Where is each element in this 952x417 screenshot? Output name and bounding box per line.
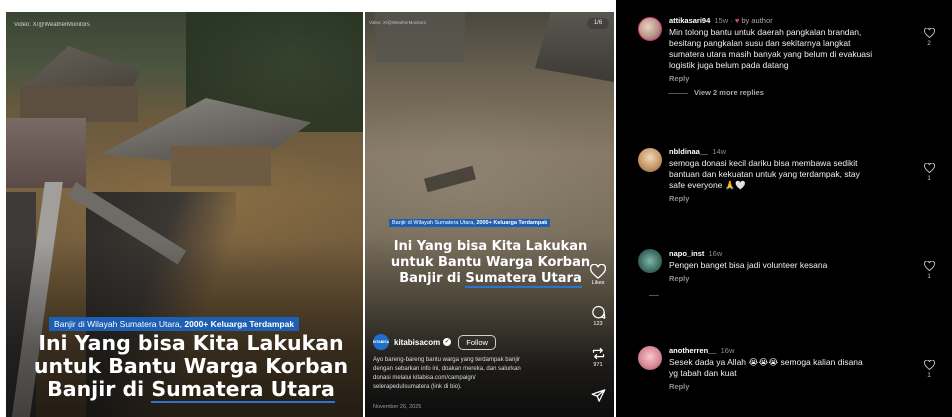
view-more-replies[interactable]: View 2 more replies (668, 88, 764, 97)
post-caption: Ayo bareng-bareng bantu warga yang terda… (373, 357, 521, 390)
reel-headline-tag: Banjir di Wilayah Sumatera Utara, 2000+ … (389, 219, 551, 227)
reply-button[interactable]: Reply (669, 274, 914, 283)
reposts-count: 971 (593, 362, 603, 368)
comment-time: 15w (714, 16, 729, 25)
reel-video-credit: Video: X/@WeatherMonitors (369, 20, 426, 25)
comment-button[interactable]: 123 (584, 305, 612, 327)
repost-icon (592, 347, 604, 360)
reply-button[interactable]: Reply (669, 382, 914, 391)
follow-button[interactable]: Follow (458, 334, 496, 350)
author-like-label: by author (741, 16, 773, 25)
tag-text: Banjir di Wilayah Sumatera Utara, (54, 319, 185, 329)
comment-like-count: 2 (927, 40, 931, 47)
comment-meta: nbldinaa__ 14w (669, 147, 914, 156)
tag-bold-text: 2000+ Keluarga Terdampak (184, 319, 295, 329)
author-avatar[interactable]: KITABISA (373, 334, 389, 350)
comment-username[interactable]: napo_inst (669, 249, 704, 258)
comment-like-button[interactable]: 1 (920, 261, 938, 280)
comment-meta: anotherren__ 16w (669, 346, 914, 355)
post-date: November 26, 2025 (373, 404, 422, 410)
reel-headline: Ini Yang bisa Kita Lakukan untuk Bantu W… (390, 239, 591, 288)
comment-time: 16w (708, 249, 723, 258)
flood-video-frame[interactable]: Video: X/@WeatherMonitors Banjir di Wila… (6, 12, 363, 417)
reply-button[interactable]: Reply (669, 194, 914, 203)
share-icon (591, 389, 605, 402)
comment-username[interactable]: anotherren__ (669, 346, 717, 355)
comment-like-count: 1 (927, 273, 931, 280)
avatar[interactable] (638, 249, 662, 273)
repost-button[interactable]: 971 (584, 346, 612, 368)
heart-icon (923, 28, 935, 38)
comments-panel: attikasari94 15w · ♥ by author Min tolon… (616, 0, 952, 417)
heart-icon (923, 261, 935, 271)
heart-icon (590, 264, 606, 279)
floating-debris (424, 165, 476, 193)
headline-underlined-text: Sumatera Utara (151, 377, 335, 403)
comment-like-button[interactable]: 1 (920, 360, 938, 379)
heart-icon (923, 163, 935, 173)
comment-like-count: 1 (927, 175, 931, 182)
avatar[interactable] (638, 17, 662, 41)
comment-text: semoga donasi kecil dariku bisa membawa … (669, 158, 860, 190)
comment-like-button[interactable]: 2 (920, 28, 938, 47)
comment-icon (591, 305, 605, 319)
comment-text: Pengen banget bisa jadi volunteer kesana (669, 260, 828, 270)
post-author: KITABISA kitabisacom ✓ Follow (373, 334, 496, 350)
headline-tag: Banjir di Wilayah Sumatera Utara, 2000+ … (49, 317, 300, 331)
reply-button[interactable]: Reply (669, 74, 914, 83)
comment-like-button[interactable]: 1 (920, 163, 938, 182)
headline-line-2: untuk Bantu Warga Korban (33, 354, 349, 378)
comment-meta: napo_inst 16w (669, 249, 914, 258)
headline-line-3: Banjir di Sumatera Utara (47, 377, 335, 403)
comment-meta: attikasari94 15w · ♥ by author (669, 16, 773, 25)
verified-badge-icon: ✓ (443, 338, 452, 346)
carousel-counter: 1/6 (587, 18, 609, 29)
comments-count: 123 (593, 321, 603, 327)
video-credit: Video: X/@WeatherMonitors (14, 22, 90, 28)
foreground-roof (6, 118, 86, 188)
share-button[interactable] (584, 388, 612, 403)
like-button[interactable]: Likes (584, 264, 612, 286)
video-headline: Ini Yang bisa Kita Lakukan untuk Bantu W… (26, 331, 356, 403)
comment-username[interactable]: nbldinaa__ (669, 147, 708, 156)
heart-icon (923, 360, 935, 370)
likes-label: Likes (591, 280, 605, 286)
avatar[interactable] (638, 148, 662, 172)
avatar[interactable] (638, 346, 662, 370)
comment-time: 16w (720, 346, 735, 355)
headline-line-1: Ini Yang bisa Kita Lakukan (38, 331, 344, 355)
comment-time: 14w (712, 147, 727, 156)
author-username[interactable]: kitabisacom (394, 338, 440, 347)
comment-text: Sesek dada ya Allah 😭😭😭 semoga kalian di… (669, 357, 863, 378)
author-liked-heart-icon: ♥ (734, 16, 740, 25)
comment-like-count: 1 (927, 372, 931, 379)
reel-frame[interactable]: Video: X/@WeatherMonitors 1/6 Banjir di … (365, 12, 614, 417)
comment-username[interactable]: attikasari94 (669, 16, 710, 25)
comment-text: Min tolong bantu untuk daerah pangkalan … (669, 27, 873, 70)
